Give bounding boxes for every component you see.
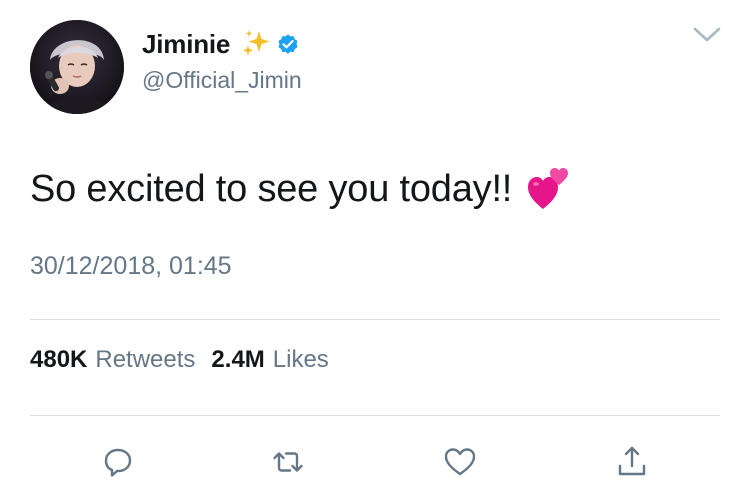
tweet-card: Jiminie @Official_Jimin So excited to se… (0, 0, 750, 499)
verified-badge-icon (278, 34, 298, 54)
reply-icon[interactable] (100, 444, 136, 480)
retweet-icon[interactable] (270, 444, 306, 480)
sparkles-icon (242, 30, 270, 56)
like-count: 2.4M (211, 346, 265, 373)
retweet-stat[interactable]: 480K Retweets (30, 346, 195, 374)
chevron-down-icon[interactable] (692, 24, 722, 46)
divider (30, 319, 720, 320)
share-icon[interactable] (614, 444, 650, 480)
tweet-body: So excited to see you today!! (30, 168, 513, 210)
retweet-label: Retweets (95, 346, 196, 373)
avatar[interactable] (30, 20, 124, 114)
divider (30, 415, 720, 416)
like-icon[interactable] (442, 444, 478, 480)
retweet-count: 480K (30, 346, 88, 373)
display-name[interactable]: Jiminie (142, 29, 230, 60)
tweet-text: So excited to see you today!! (30, 167, 570, 211)
like-label: Likes (272, 346, 329, 373)
avatar-photo (30, 20, 124, 114)
like-stat[interactable]: 2.4M Likes (211, 346, 328, 374)
display-name-row: Jiminie (142, 27, 300, 61)
two-hearts-icon (528, 167, 569, 209)
tweet-timestamp[interactable]: 30/12/2018, 01:45 (30, 252, 232, 281)
user-handle[interactable]: @Official_Jimin (142, 67, 302, 94)
tweet-stats: 480K Retweets 2.4M Likes (30, 346, 329, 374)
